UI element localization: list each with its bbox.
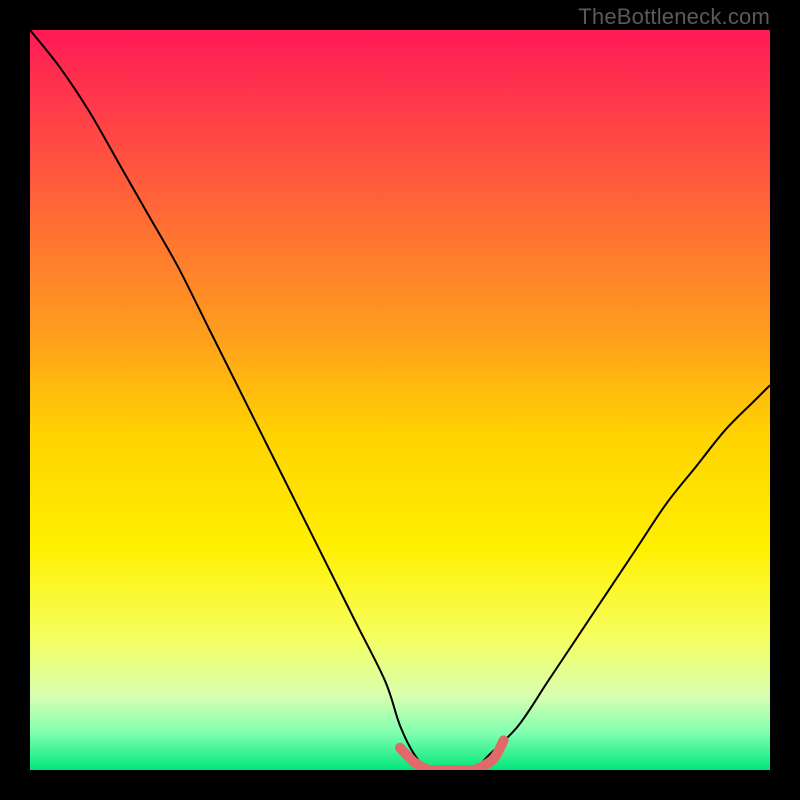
- chart-frame: TheBottleneck.com: [0, 0, 800, 800]
- gradient-background: [30, 30, 770, 770]
- plot-area: [30, 30, 770, 770]
- watermark-text: TheBottleneck.com: [578, 4, 770, 30]
- bottleneck-chart: [30, 30, 770, 770]
